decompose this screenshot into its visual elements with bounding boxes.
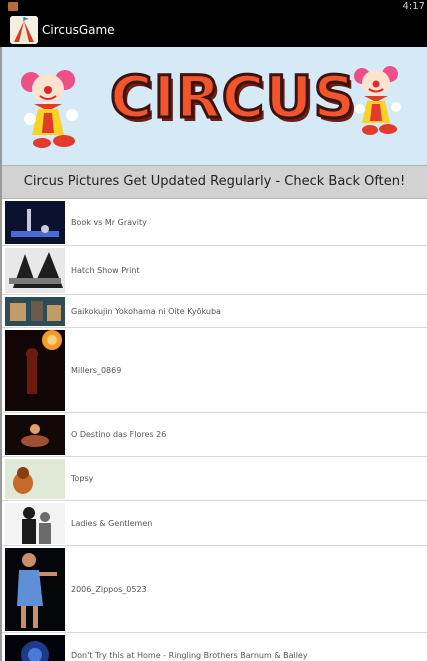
picture-title: O Destino das Flores 26 bbox=[71, 430, 167, 439]
picture-thumbnail bbox=[5, 634, 65, 661]
circus-banner: CIRCUS bbox=[2, 47, 427, 165]
picture-thumbnail bbox=[5, 200, 65, 244]
app-icon[interactable] bbox=[10, 16, 38, 44]
picture-title: Ladies & Gentlemen bbox=[71, 518, 153, 528]
picture-thumbnail bbox=[5, 329, 65, 411]
picture-thumbnail bbox=[5, 247, 65, 293]
picture-thumbnail bbox=[5, 458, 65, 499]
list-item[interactable]: Book vs Mr Gravity bbox=[2, 199, 427, 246]
picture-thumbnail bbox=[5, 296, 65, 326]
list-item[interactable]: Millers_0869 bbox=[2, 328, 427, 413]
list-item[interactable]: O Destino das Flores 26 bbox=[2, 413, 427, 457]
picture-title: 2006_Zippos_0523 bbox=[71, 584, 147, 594]
picture-title: Topsy bbox=[71, 474, 94, 483]
list-item[interactable]: Hatch Show Print bbox=[2, 246, 427, 295]
list-item[interactable]: Don't Try this at Home - Ringling Brothe… bbox=[2, 633, 427, 661]
clown-right-icon bbox=[352, 65, 412, 141]
list-item[interactable]: 2006_Zippos_0523 bbox=[2, 546, 427, 633]
status-time: 4:17 bbox=[402, 1, 425, 12]
action-bar: CircusGame bbox=[0, 13, 427, 47]
circus-wordmark: CIRCUS bbox=[108, 62, 357, 133]
list-item[interactable]: Topsy bbox=[2, 457, 427, 501]
picture-thumbnail bbox=[5, 502, 65, 544]
picture-title: Millers_0869 bbox=[71, 365, 122, 375]
list-item[interactable]: Gaikokujin Yokohama ni Oite Kyōkuba bbox=[2, 295, 427, 328]
picture-title: Don't Try this at Home - Ringling Brothe… bbox=[71, 651, 308, 660]
picture-title: Gaikokujin Yokohama ni Oite Kyōkuba bbox=[71, 306, 221, 316]
list-item[interactable]: Ladies & Gentlemen bbox=[2, 501, 427, 546]
status-bar: 4:17 bbox=[0, 0, 427, 13]
picture-list[interactable]: Book vs Mr Gravity Hatch Show Print Gaik… bbox=[2, 199, 427, 661]
picture-title: Book vs Mr Gravity bbox=[71, 217, 147, 227]
app-title: CircusGame bbox=[42, 23, 115, 37]
notification-icon bbox=[8, 2, 18, 11]
update-notice: Circus Pictures Get Updated Regularly - … bbox=[2, 165, 427, 199]
picture-title: Hatch Show Print bbox=[71, 265, 140, 275]
clown-left-icon bbox=[20, 69, 92, 155]
content-area[interactable]: CIRCUS Circus Pictures Get Updated Regul… bbox=[0, 47, 427, 661]
picture-thumbnail bbox=[5, 547, 65, 631]
picture-thumbnail bbox=[5, 414, 65, 455]
